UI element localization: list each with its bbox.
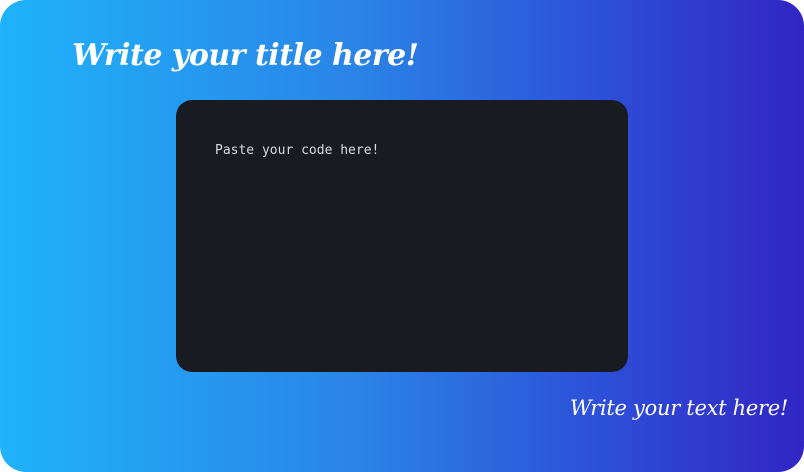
footer-text[interactable]: Write your text here!	[570, 396, 788, 420]
card-title[interactable]: Write your title here!	[72, 38, 419, 73]
code-snippet-card: Write your title here! Paste your code h…	[0, 0, 804, 472]
code-window[interactable]: Paste your code here!	[176, 100, 628, 372]
code-placeholder[interactable]: Paste your code here!	[215, 143, 379, 158]
